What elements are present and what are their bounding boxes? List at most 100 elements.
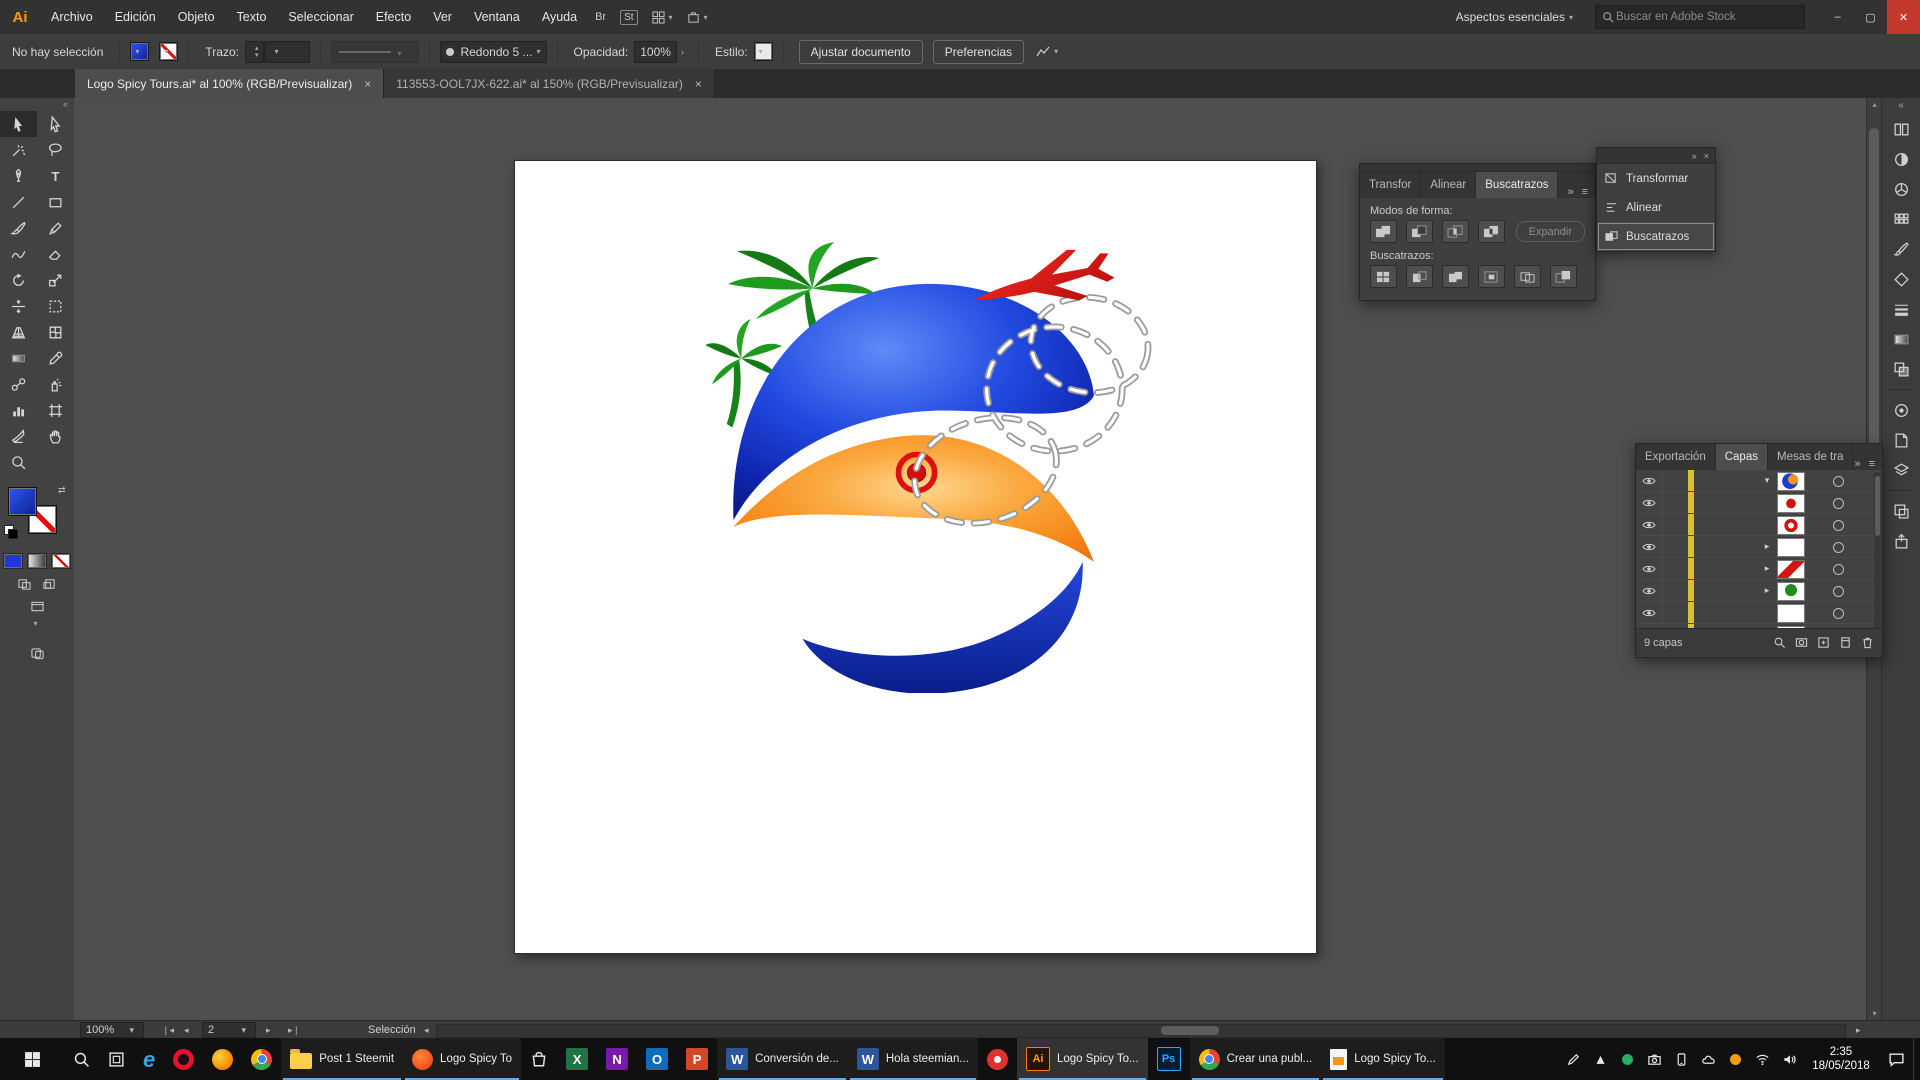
arrange-documents-icon[interactable] bbox=[652, 11, 673, 24]
intersect-icon[interactable] bbox=[1442, 220, 1469, 243]
column-graph-tool[interactable] bbox=[0, 397, 37, 423]
blend-tool[interactable] bbox=[0, 371, 37, 397]
tab-buscatrazos[interactable]: Buscatrazos bbox=[1476, 172, 1558, 198]
rotate-tool[interactable] bbox=[0, 267, 37, 293]
delete-layer-icon[interactable] bbox=[1861, 636, 1874, 649]
network-tray-icon[interactable] bbox=[1749, 1038, 1776, 1080]
visibility-eye-icon[interactable] bbox=[1636, 580, 1663, 601]
new-layer-icon[interactable] bbox=[1839, 636, 1852, 649]
window-minimize-button[interactable]: – bbox=[1821, 0, 1854, 34]
tray-app-green-icon[interactable] bbox=[1614, 1038, 1641, 1080]
panel-drag-grip[interactable] bbox=[1360, 164, 1595, 172]
layer-row[interactable] bbox=[1636, 624, 1882, 628]
flyout-item-buscatrazos[interactable]: Buscatrazos bbox=[1597, 222, 1715, 251]
panel-collapse-icon[interactable]: » bbox=[1567, 186, 1573, 198]
window-maximize-button[interactable]: ▢ bbox=[1854, 0, 1887, 34]
crop-icon[interactable] bbox=[1478, 265, 1505, 288]
panel-menu-icon[interactable]: ≡ bbox=[1869, 458, 1875, 470]
volume-tray-icon[interactable] bbox=[1776, 1038, 1803, 1080]
tab-exportacion[interactable]: Exportación bbox=[1636, 444, 1716, 470]
line-segment-tool[interactable] bbox=[0, 189, 37, 215]
unite-icon[interactable] bbox=[1370, 220, 1397, 243]
draw-normal-icon[interactable] bbox=[17, 578, 32, 591]
spicy-tours-logo[interactable] bbox=[703, 241, 1155, 693]
color-guide-icon[interactable] bbox=[1889, 177, 1913, 201]
menu-item[interactable]: Ayuda bbox=[531, 0, 588, 34]
layer-thumbnail[interactable] bbox=[1777, 516, 1805, 535]
asset-export-icon[interactable] bbox=[1889, 529, 1913, 553]
gradient-tool[interactable] bbox=[0, 345, 37, 371]
lasso-tool[interactable] bbox=[37, 137, 74, 163]
taskbar-clock[interactable]: 2:35 18/05/2018 bbox=[1803, 1045, 1879, 1073]
toolbar-collapse-icon[interactable]: « bbox=[0, 98, 74, 111]
collapsed-panel-icon[interactable] bbox=[30, 647, 45, 660]
transparency-icon[interactable] bbox=[1889, 357, 1913, 381]
graphic-styles-icon[interactable] bbox=[1889, 428, 1913, 452]
word-window-button-2[interactable]: W Hola steemian... bbox=[848, 1038, 978, 1080]
artboard[interactable] bbox=[514, 160, 1317, 954]
adobe-stock-search[interactable] bbox=[1595, 5, 1805, 29]
expand-panels-icon[interactable]: « bbox=[1898, 98, 1904, 114]
layer-row[interactable]: ▸ bbox=[1636, 558, 1882, 580]
document-setup-icon[interactable] bbox=[1036, 45, 1058, 58]
artboards-icon[interactable] bbox=[1889, 499, 1913, 523]
free-transform-tool[interactable] bbox=[37, 293, 74, 319]
fit-document-button[interactable]: Ajustar documento bbox=[799, 40, 923, 64]
media-app-taskbar-icon[interactable] bbox=[978, 1038, 1017, 1080]
width-tool[interactable] bbox=[0, 293, 37, 319]
slice-tool[interactable] bbox=[0, 423, 37, 449]
appearance-icon[interactable] bbox=[1889, 398, 1913, 422]
color-button[interactable] bbox=[3, 553, 23, 569]
illustrator-logo[interactable]: Ai bbox=[0, 0, 40, 34]
swatches-icon[interactable] bbox=[1889, 207, 1913, 231]
menu-item[interactable]: Texto bbox=[226, 0, 278, 34]
share-icon[interactable] bbox=[687, 11, 708, 24]
layer-target-circle[interactable] bbox=[1833, 608, 1844, 619]
layer-thumbnail[interactable] bbox=[1777, 582, 1805, 601]
divide-icon[interactable] bbox=[1370, 265, 1397, 288]
layer-thumbnail[interactable] bbox=[1777, 494, 1805, 513]
stroke-color-swatch[interactable] bbox=[159, 42, 178, 61]
tray-app-orange-icon[interactable] bbox=[1722, 1038, 1749, 1080]
merge-icon[interactable] bbox=[1442, 265, 1469, 288]
chrome-window-button[interactable]: Crear una publ... bbox=[1190, 1038, 1322, 1080]
last-artboard-button[interactable]: ▸❘ bbox=[284, 1021, 304, 1039]
previous-artboard-button[interactable]: ◂ bbox=[180, 1021, 193, 1039]
layer-expander[interactable] bbox=[1760, 602, 1774, 623]
powerpoint-taskbar-icon[interactable]: P bbox=[677, 1038, 717, 1080]
visibility-eye-icon[interactable] bbox=[1636, 558, 1663, 579]
flyout-collapse-icon[interactable]: » bbox=[1692, 151, 1697, 161]
layer-row[interactable]: ▸ bbox=[1636, 580, 1882, 602]
scroll-right-icon[interactable]: ▸ bbox=[1852, 1021, 1865, 1039]
pen-tool[interactable] bbox=[0, 163, 37, 189]
minus-back-icon[interactable] bbox=[1550, 265, 1577, 288]
pen-tray-icon[interactable] bbox=[1560, 1038, 1587, 1080]
stroke-icon[interactable] bbox=[1889, 297, 1913, 321]
eyedropper-tool[interactable] bbox=[37, 345, 74, 371]
outline-icon[interactable] bbox=[1514, 265, 1541, 288]
brush-dropdown[interactable]: Redondo 5 ... bbox=[440, 41, 546, 63]
layer-row[interactable] bbox=[1636, 602, 1882, 624]
flyout-item-alinear[interactable]: Alinear bbox=[1597, 193, 1715, 222]
horizontal-scroll-thumb[interactable] bbox=[1161, 1026, 1219, 1035]
style-swatch[interactable] bbox=[754, 42, 773, 61]
fill-swatch[interactable] bbox=[8, 487, 37, 516]
menu-item[interactable]: Edición bbox=[104, 0, 167, 34]
draw-behind-icon[interactable] bbox=[42, 578, 57, 591]
store-taskbar-icon[interactable] bbox=[521, 1038, 557, 1080]
mesh-tool[interactable] bbox=[37, 319, 74, 345]
layers-icon[interactable] bbox=[1889, 458, 1913, 482]
next-artboard-button[interactable]: ▸ bbox=[262, 1021, 275, 1039]
swap-fill-stroke-icon[interactable]: ⇄ bbox=[58, 485, 66, 496]
layer-thumbnail[interactable] bbox=[1777, 538, 1805, 557]
panel-menu-icon[interactable]: ≡ bbox=[1582, 186, 1588, 198]
layer-target-circle[interactable] bbox=[1833, 542, 1844, 553]
cloud-tray-icon[interactable] bbox=[1695, 1038, 1722, 1080]
menu-item[interactable]: Efecto bbox=[365, 0, 422, 34]
color-icon[interactable] bbox=[1889, 147, 1913, 171]
new-sublayer-icon[interactable] bbox=[1817, 636, 1830, 649]
brave-window-button[interactable]: Logo Spicy To bbox=[403, 1038, 521, 1080]
excel-taskbar-icon[interactable]: X bbox=[557, 1038, 597, 1080]
artboard-tool[interactable] bbox=[37, 397, 74, 423]
layer-thumbnail[interactable] bbox=[1777, 472, 1805, 491]
